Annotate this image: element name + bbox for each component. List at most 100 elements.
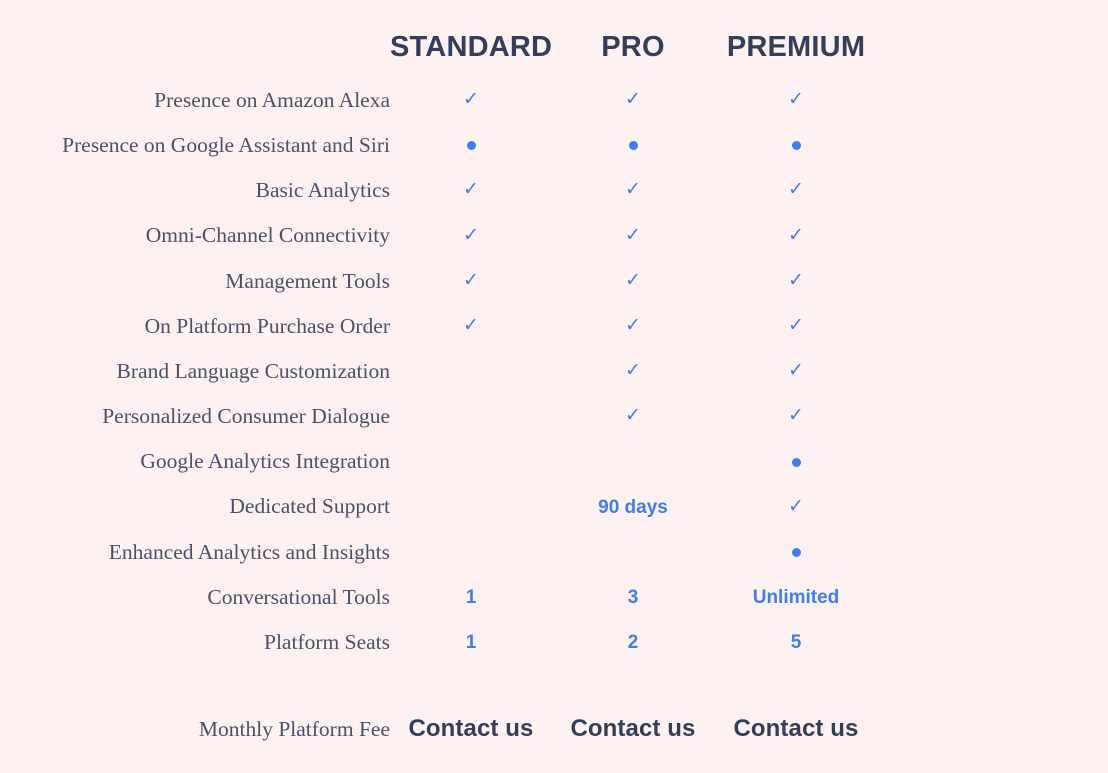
cell-empty — [633, 462, 634, 463]
plan-name-premium: PREMIUM — [726, 31, 866, 63]
feature-cell-pro — [552, 440, 714, 485]
plan-column-header-pro: PRO — [552, 33, 714, 62]
check-icon: ✓ — [463, 223, 479, 246]
table-row: Conversational Tools 1 3 Unlimited — [0, 575, 1108, 620]
dot-icon — [466, 141, 476, 151]
feature-label: Presence on Google Assistant and Siri — [62, 132, 390, 157]
feature-cell-standard — [390, 440, 552, 485]
feature-cell-pro: 2 — [552, 620, 714, 665]
feature-cell-standard — [390, 394, 552, 439]
feature-cell-pro: ✓ — [552, 168, 714, 213]
plan-name-standard: STANDARD — [390, 31, 553, 63]
check-icon: ✓ — [625, 404, 641, 427]
cell-empty — [471, 552, 472, 553]
dot-icon — [791, 141, 801, 151]
plan-column-header-premium: PREMIUM — [714, 33, 878, 62]
feature-cell-premium: ✓ — [714, 349, 878, 394]
feature-cell-standard: ✓ — [390, 304, 552, 349]
fee-cell-premium: Contact us — [714, 717, 878, 741]
feature-cell-premium — [714, 123, 878, 168]
check-icon: ✓ — [788, 268, 804, 291]
cell-empty — [471, 507, 472, 508]
table-row: On Platform Purchase Order ✓ ✓ ✓ — [0, 304, 1108, 349]
table-row: Basic Analytics ✓ ✓ ✓ — [0, 168, 1108, 213]
cell-value: 1 — [465, 587, 477, 609]
contact-us-standard[interactable]: Contact us — [408, 715, 533, 742]
check-icon: ✓ — [625, 178, 641, 201]
dot-icon — [628, 141, 638, 151]
feature-cell-pro: ✓ — [552, 304, 714, 349]
check-icon: ✓ — [625, 88, 641, 111]
cell-value: 3 — [627, 587, 639, 609]
feature-cell-pro: 90 days — [552, 485, 714, 530]
check-icon: ✓ — [625, 223, 641, 246]
monthly-platform-fee-label: Monthly Platform Fee — [198, 716, 390, 741]
fee-cell-standard: Contact us — [390, 717, 552, 741]
plan-column-header-standard: STANDARD — [390, 33, 552, 62]
pricing-comparison-table: STANDARD PRO PREMIUM Presence on Amazon … — [0, 0, 1108, 773]
table-row: Enhanced Analytics and Insights — [0, 530, 1108, 575]
check-icon: ✓ — [625, 359, 641, 382]
feature-cell-standard: ✓ — [390, 259, 552, 304]
check-icon: ✓ — [788, 314, 804, 337]
cell-value: 2 — [627, 632, 639, 654]
feature-cell-pro — [552, 530, 714, 575]
check-icon: ✓ — [463, 314, 479, 337]
feature-cell-standard: ✓ — [390, 214, 552, 259]
check-icon: ✓ — [788, 404, 804, 427]
feature-cell-premium: ✓ — [714, 485, 878, 530]
feature-cell-premium: Unlimited — [714, 575, 878, 620]
check-icon: ✓ — [625, 268, 641, 291]
table-row: Presence on Amazon Alexa ✓ ✓ ✓ — [0, 78, 1108, 123]
contact-us-pro[interactable]: Contact us — [570, 715, 695, 742]
feature-label: Basic Analytics — [255, 178, 390, 203]
dot-icon — [791, 457, 801, 467]
check-icon: ✓ — [788, 223, 804, 246]
feature-cell-pro — [552, 123, 714, 168]
feature-label: Brand Language Customization — [116, 358, 390, 383]
feature-cell-premium: ✓ — [714, 259, 878, 304]
cell-empty — [471, 371, 472, 372]
table-row: Platform Seats 1 2 5 — [0, 620, 1108, 665]
feature-label: Management Tools — [225, 268, 390, 293]
table-row: Brand Language Customization ✓ ✓ — [0, 349, 1108, 394]
feature-cell-premium — [714, 530, 878, 575]
feature-cell-standard: ✓ — [390, 78, 552, 123]
cell-value: 5 — [790, 632, 802, 654]
feature-label: Google Analytics Integration — [140, 449, 390, 474]
cell-value: 90 days — [598, 496, 668, 518]
table-row: Management Tools ✓ ✓ ✓ — [0, 259, 1108, 304]
table-row: Google Analytics Integration — [0, 440, 1108, 485]
check-icon: ✓ — [788, 494, 804, 517]
check-icon: ✓ — [463, 88, 479, 111]
cell-value: Unlimited — [752, 587, 840, 609]
feature-cell-standard — [390, 485, 552, 530]
feature-label: Conversational Tools — [207, 584, 390, 609]
cell-empty — [471, 416, 472, 417]
dot-icon — [791, 547, 801, 557]
feature-cell-standard — [390, 530, 552, 575]
feature-cell-premium: ✓ — [714, 304, 878, 349]
feature-label: On Platform Purchase Order — [144, 313, 390, 338]
table-header-row: STANDARD PRO PREMIUM — [0, 0, 1108, 62]
feature-cell-standard: 1 — [390, 575, 552, 620]
feature-label: Omni-Channel Connectivity — [145, 223, 390, 248]
feature-cell-pro: ✓ — [552, 394, 714, 439]
cell-value: 1 — [465, 632, 477, 654]
feature-cell-standard — [390, 123, 552, 168]
feature-cell-pro: ✓ — [552, 349, 714, 394]
cell-empty — [471, 462, 472, 463]
feature-cell-pro: ✓ — [552, 214, 714, 259]
feature-cell-premium: ✓ — [714, 394, 878, 439]
feature-cell-premium: 5 — [714, 620, 878, 665]
table-row: Omni-Channel Connectivity ✓ ✓ ✓ — [0, 214, 1108, 259]
feature-label: Presence on Amazon Alexa — [154, 87, 390, 112]
feature-cell-pro: 3 — [552, 575, 714, 620]
check-icon: ✓ — [463, 268, 479, 291]
feature-label: Platform Seats — [264, 630, 390, 655]
feature-cell-standard — [390, 349, 552, 394]
contact-us-premium[interactable]: Contact us — [733, 715, 858, 742]
feature-cell-premium: ✓ — [714, 214, 878, 259]
fee-cell-pro: Contact us — [552, 717, 714, 741]
check-icon: ✓ — [463, 178, 479, 201]
